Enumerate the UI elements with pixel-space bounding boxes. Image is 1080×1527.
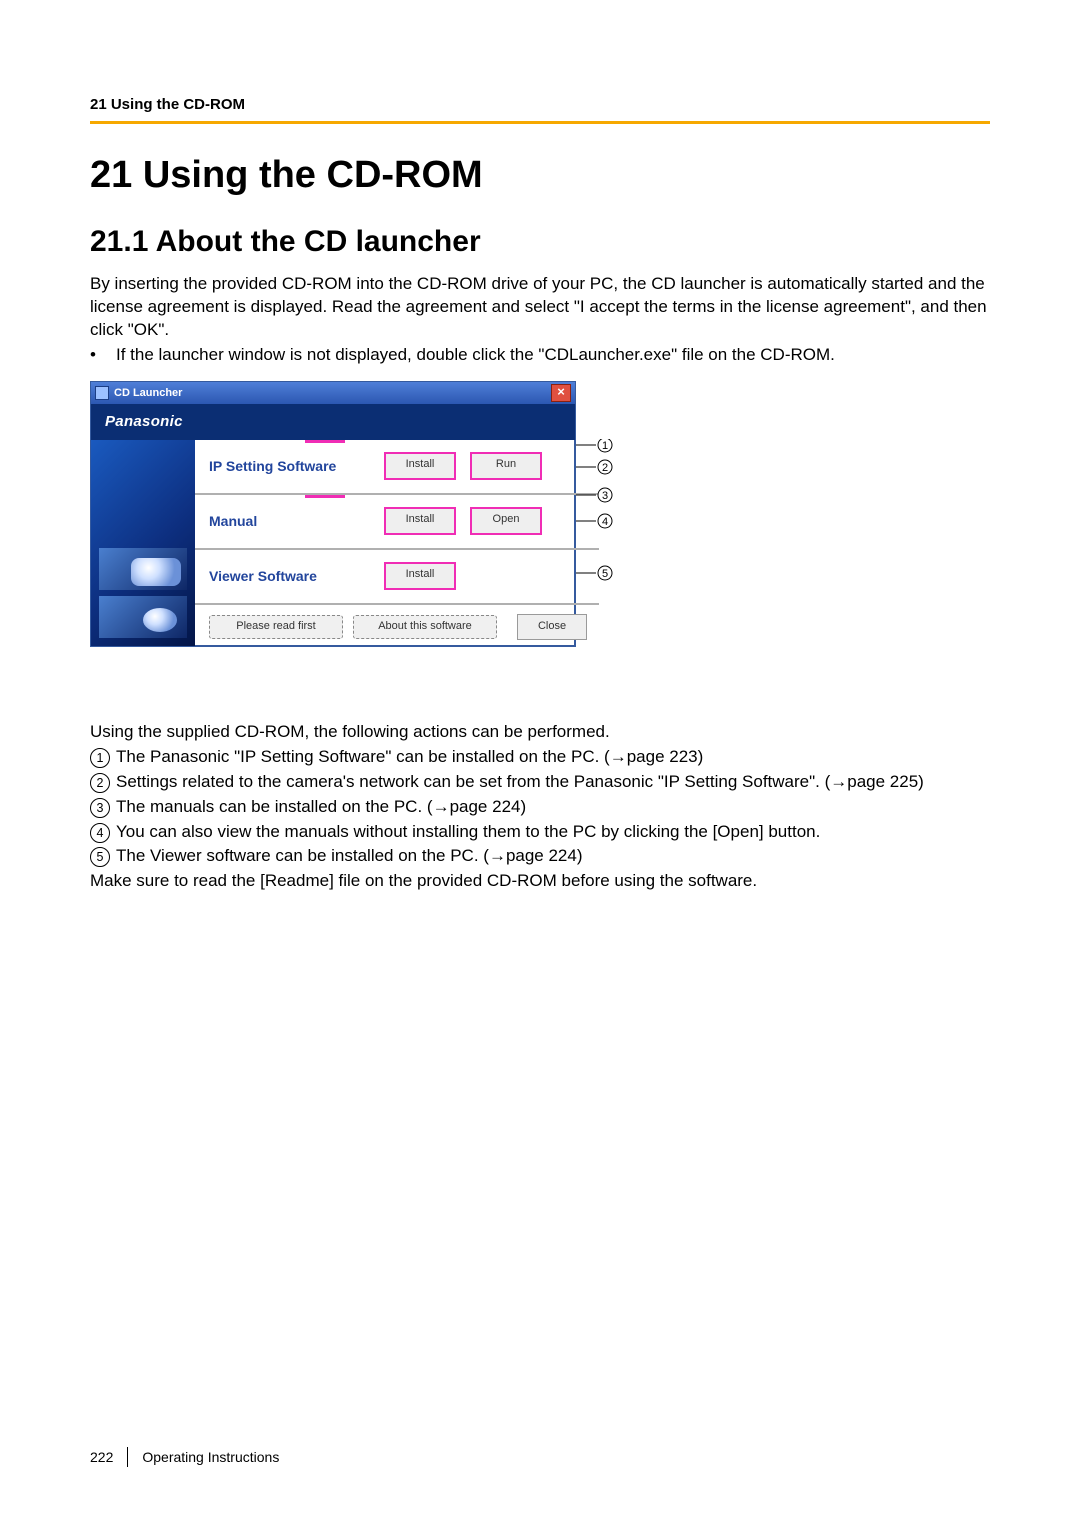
close-icon[interactable]: × [551, 384, 571, 402]
intro-bullet-text: If the launcher window is not displayed,… [116, 344, 835, 367]
callout-3-text: The manuals can be installed on the PC. … [116, 796, 526, 819]
launcher-figure: CD Launcher × Panasonic IP Setting Softw… [90, 381, 990, 691]
callout-lines-icon: 1 2 3 4 5 [576, 439, 616, 649]
bottom-row: Please read first About this software Cl… [195, 605, 599, 649]
titlebar: CD Launcher × [91, 382, 575, 404]
svg-text:5: 5 [602, 568, 608, 580]
row-ip-label: IP Setting Software [209, 458, 384, 474]
row-ip: IP Setting Software Install Run [195, 440, 599, 495]
callout-4: 4 You can also view the manuals without … [90, 821, 990, 844]
page-header: 21 Using the CD-ROM [90, 96, 990, 113]
row-viewer: Viewer Software Install [195, 550, 599, 605]
brand-text: Panasonic [105, 413, 183, 430]
ip-install-button[interactable]: Install [384, 452, 456, 480]
app-icon [95, 386, 109, 400]
callout-4-text: You can also view the manuals without in… [116, 821, 820, 844]
callout-2: 2 Settings related to the camera's netwo… [90, 771, 990, 794]
callout-5-text: The Viewer software can be installed on … [116, 845, 583, 868]
rows-column: IP Setting Software Install Run Manual I… [195, 440, 599, 646]
row-manual-label: Manual [209, 513, 384, 529]
readme-button[interactable]: Please read first [209, 615, 343, 639]
callout-2-text: Settings related to the camera's network… [116, 771, 924, 794]
thumb-column [91, 440, 195, 646]
intro-bullet: • If the launcher window is not displaye… [90, 344, 990, 367]
dome-thumb [99, 596, 187, 638]
svg-text:2: 2 [602, 462, 608, 474]
launcher-body: IP Setting Software Install Run Manual I… [91, 440, 575, 646]
manual-open-button[interactable]: Open [470, 507, 542, 535]
window-title: CD Launcher [114, 387, 182, 399]
chapter-title: 21 Using the CD-ROM [90, 154, 990, 197]
launcher-window: CD Launcher × Panasonic IP Setting Softw… [90, 381, 576, 647]
about-button[interactable]: About this software [353, 615, 497, 639]
after-figure-intro: Using the supplied CD-ROM, the following… [90, 721, 990, 744]
doc-title: Operating Instructions [142, 1449, 279, 1465]
header-rule [90, 121, 990, 124]
section-title: 21.1 About the CD launcher [90, 225, 990, 259]
footer: 222 Operating Instructions [90, 1447, 279, 1467]
bullet-dot: • [90, 344, 116, 367]
page-number: 222 [90, 1449, 113, 1465]
ip-run-button[interactable]: Run [470, 452, 542, 480]
row-manual: Manual Install Open [195, 495, 599, 550]
footer-sep [127, 1447, 128, 1467]
svg-text:3: 3 [602, 490, 608, 502]
row-viewer-label: Viewer Software [209, 568, 384, 584]
svg-text:1: 1 [602, 440, 608, 452]
highlight-stub [305, 440, 345, 443]
callout-1: 1 The Panasonic "IP Setting Software" ca… [90, 746, 990, 769]
closing-paragraph: Make sure to read the [Readme] file on t… [90, 870, 990, 893]
page: 21 Using the CD-ROM 21 Using the CD-ROM … [0, 0, 1080, 1527]
brand-bar: Panasonic [91, 404, 575, 440]
camera-thumb [99, 548, 187, 590]
highlight-stub [305, 495, 345, 498]
viewer-install-button[interactable]: Install [384, 562, 456, 590]
callout-5: 5 The Viewer software can be installed o… [90, 845, 990, 868]
svg-text:4: 4 [602, 516, 608, 528]
callout-3: 3 The manuals can be installed on the PC… [90, 796, 990, 819]
manual-install-button[interactable]: Install [384, 507, 456, 535]
callout-1-text: The Panasonic "IP Setting Software" can … [116, 746, 703, 769]
intro-paragraph: By inserting the provided CD-ROM into th… [90, 273, 990, 342]
figure-callouts: 1 2 3 4 5 [576, 439, 610, 691]
